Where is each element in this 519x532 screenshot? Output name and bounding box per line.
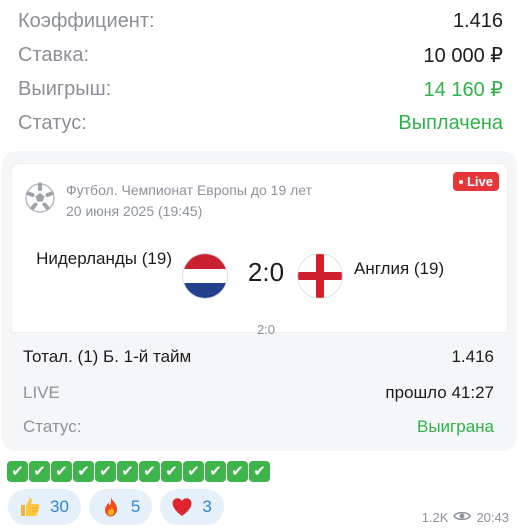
- check-mark-icon: ✔: [227, 461, 248, 482]
- check-mark-icon: ✔: [183, 461, 204, 482]
- view-count: 1.2K: [421, 510, 449, 525]
- check-mark-icon: ✔: [205, 461, 226, 482]
- reaction-count: 5: [130, 497, 141, 516]
- bet-status-value: Выиграна: [416, 417, 494, 436]
- live-badge: Live: [452, 172, 499, 191]
- status-row: Статус: Выплачена: [18, 106, 503, 140]
- bet-elapsed: прошло 41:27: [385, 383, 494, 402]
- reactions-bar: 30 5 3: [8, 489, 224, 525]
- status-value: Выплачена: [398, 111, 503, 134]
- bet-state-label: LIVE: [23, 383, 60, 402]
- bet-card[interactable]: Футбол. Чемпионат Европы до 19 лет 20 ию…: [2, 151, 517, 451]
- check-mark-icon: ✔: [95, 461, 116, 482]
- win-value: 14 160 ₽: [423, 78, 503, 101]
- check-mark-icon: ✔: [161, 461, 182, 482]
- reaction-thumbs-up[interactable]: 30: [8, 489, 81, 525]
- thumbs-up-icon: [18, 495, 42, 519]
- netherlands-flag-icon: [183, 254, 227, 298]
- coefficient-row: Коэффициент: 1.416: [18, 4, 503, 38]
- check-mark-icon: ✔: [51, 461, 72, 482]
- england-flag-icon: [298, 254, 342, 298]
- stake-row: Ставка: 10 000 ₽: [18, 38, 503, 72]
- bet-status-row: Статус: Выиграна: [23, 412, 494, 442]
- event-panel[interactable]: Футбол. Чемпионат Европы до 19 лет 20 ию…: [11, 163, 508, 337]
- event-info: Футбол. Чемпионат Европы до 19 лет 20 ию…: [66, 180, 312, 222]
- soccer-ball-icon: [24, 182, 56, 214]
- reaction-count: 30: [50, 497, 69, 516]
- reaction-heart[interactable]: 3: [160, 489, 224, 525]
- message-time: 20:43: [476, 510, 509, 525]
- eye-icon: [453, 510, 472, 525]
- message-page: Коэффициент: 1.416 Ставка: 10 000 ₽ Выиг…: [0, 0, 519, 532]
- win-label: Выигрыш:: [18, 77, 112, 100]
- home-team-name: Нидерланды (19): [36, 249, 172, 268]
- competition-name: Футбол. Чемпионат Европы до 19 лет: [66, 182, 313, 198]
- reaction-fire[interactable]: 5: [88, 489, 153, 525]
- live-badge-label: Live: [466, 174, 493, 189]
- stake-label: Ставка:: [18, 43, 89, 66]
- bet-state-row: LIVE прошло 41:27: [23, 378, 494, 408]
- coefficient-value: 1.416: [452, 9, 503, 32]
- status-label: Статус:: [18, 111, 87, 134]
- bet-odds: 1.416: [451, 347, 494, 366]
- heart-icon: [170, 495, 194, 519]
- half-score: 2:0: [256, 322, 276, 337]
- bet-status-label: Статус:: [23, 417, 82, 436]
- match-score: 2:0: [247, 257, 285, 287]
- check-mark-icon: ✔: [117, 461, 138, 482]
- message-meta: 1.2K 20:43: [422, 510, 509, 525]
- stake-value: 10 000 ₽: [423, 44, 503, 67]
- check-mark-icon: ✔: [73, 461, 94, 482]
- check-mark-icon: ✔: [7, 461, 28, 482]
- fire-icon: [99, 495, 123, 519]
- check-mark-icon: ✔: [139, 461, 160, 482]
- bet-market-row: Тотал. (1) Б. 1-й тайм 1.416: [23, 342, 494, 372]
- check-marks-row: ✔ ✔ ✔ ✔ ✔ ✔ ✔ ✔ ✔ ✔ ✔ ✔: [7, 461, 270, 482]
- check-mark-icon: ✔: [249, 461, 270, 482]
- bet-market: Тотал. (1) Б. 1-й тайм: [23, 347, 192, 366]
- win-row: Выигрыш: 14 160 ₽: [18, 72, 503, 106]
- away-team-name: Англия (19): [354, 259, 445, 278]
- event-datetime: 20 июня 2025 (19:45): [66, 203, 203, 219]
- check-mark-icon: ✔: [29, 461, 50, 482]
- coefficient-label: Коэффициент:: [18, 9, 155, 32]
- live-dot-icon: [458, 179, 463, 184]
- reaction-count: 3: [202, 497, 212, 516]
